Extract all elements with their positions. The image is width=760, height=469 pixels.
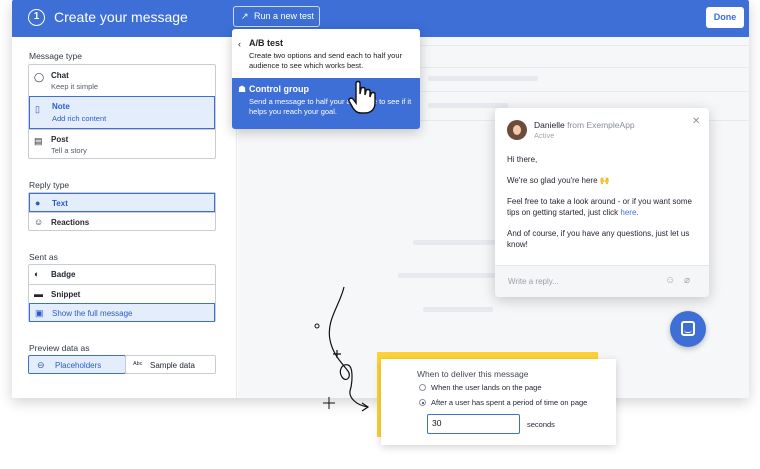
sender-from: from ExempleApp (567, 120, 635, 130)
welcome-text: We're so glad you're here 🙌 (507, 176, 610, 185)
sent-as-badge[interactable]: ◐ Badge (29, 265, 215, 284)
control-group-title: Control group (249, 84, 309, 94)
message-type-chat[interactable]: ◯ Chat Keep it simple (29, 65, 215, 96)
here-link[interactable]: here (620, 208, 636, 217)
sent-as-options: ◐ Badge ▬ Snippet ▣ Show the full messag… (28, 264, 216, 322)
badge-icon: ◐ (34, 269, 40, 279)
emoji-icon[interactable]: ☺ (665, 275, 675, 286)
done-button[interactable]: Done (706, 7, 744, 28)
option-title: Show the full message (52, 309, 133, 318)
avatar (507, 120, 527, 140)
message-type-post[interactable]: ▤ Post Tell a story (29, 129, 215, 158)
ab-test-description: Create two options and send each to half… (249, 51, 403, 70)
messenger-preview-card: Danielle from ExempleApp Active ✕ Hi the… (495, 108, 709, 297)
preview-placeholders-button[interactable]: ⊖ Placeholders (28, 355, 126, 374)
delivery-option-label: After a user has spent a period of time … (431, 398, 588, 407)
delivery-option-label: When the user lands on the page (431, 383, 542, 392)
greeting-text: Hi there, (507, 155, 538, 164)
sender-name: Danielle (534, 120, 565, 130)
tips-text: Feel free to take a look around - or if … (507, 196, 702, 218)
radio-button[interactable] (419, 384, 426, 391)
option-title: Badge (51, 270, 76, 279)
chat-launcher-icon (681, 321, 695, 336)
sent-as-full-message[interactable]: ▣ Show the full message (29, 303, 215, 322)
text-reply-icon: ● (35, 198, 41, 208)
sent-as-label: Sent as (29, 252, 58, 262)
delivery-settings-card: When to deliver this message When the us… (381, 359, 616, 445)
decorative-doodle (314, 286, 370, 412)
questions-text: And of course, if you have any questions… (507, 229, 690, 249)
sidebar: Message type ◯ Chat Keep it simple ▯ Not… (12, 37, 237, 398)
split-arrow-icon: ‹ (238, 39, 241, 49)
reply-input[interactable]: Write a reply... (508, 277, 559, 286)
placeholder-bar (423, 307, 493, 312)
run-test-dropdown: ‹ A/B test Create two options and send e… (232, 29, 420, 129)
placeholder-bar (398, 273, 508, 278)
option-title: Sample data (150, 361, 195, 370)
smiley-icon: ☺ (34, 217, 44, 227)
preview-data-label: Preview data as (29, 343, 90, 353)
message-type-label: Message type (29, 51, 82, 61)
sender-status: Active (534, 131, 555, 140)
option-title: Snippet (51, 290, 81, 299)
run-new-test-button[interactable]: ↗ Run a new test (233, 6, 320, 27)
close-icon[interactable]: ✕ (692, 116, 700, 127)
seconds-label: seconds (527, 420, 555, 429)
dropdown-control-group[interactable]: ☗ Control group Send a message to half y… (232, 78, 420, 129)
placeholder-bar (428, 103, 508, 108)
hand-cursor-icon (348, 80, 376, 114)
tips-text-end: . (636, 208, 639, 217)
option-title: Placeholders (55, 361, 102, 370)
messenger-launcher-button[interactable] (670, 311, 706, 347)
placeholder-bar (428, 76, 538, 81)
delivery-title: When to deliver this message (417, 369, 529, 379)
full-message-icon: ▣ (35, 308, 44, 318)
option-title: Text (52, 199, 68, 208)
radio-button-selected[interactable] (419, 399, 426, 406)
message-type-note[interactable]: ▯ Note Add rich content (29, 96, 215, 129)
attachment-icon[interactable]: ⌀ (684, 275, 690, 286)
option-subtitle: Add rich content (52, 114, 107, 123)
control-group-description: Send a message to half your audience to … (249, 97, 412, 116)
reply-bar[interactable]: Write a reply... ☺ ⌀ (495, 265, 709, 297)
tips-text-start: Feel free to take a look around - or if … (507, 197, 692, 217)
preview-sample-data-button[interactable]: Abc Sample data (125, 355, 216, 374)
run-new-test-label: Run a new test (254, 11, 315, 21)
abc-icon: Abc (133, 361, 143, 367)
chat-bubble-icon: ◯ (34, 72, 45, 82)
ab-test-title: A/B test (249, 38, 284, 48)
reply-type-text[interactable]: ● Text (29, 193, 215, 212)
sent-as-snippet[interactable]: ▬ Snippet (29, 284, 215, 303)
reply-type-label: Reply type (29, 180, 70, 190)
page: 1 Create your message ↗ Run a new test D… (0, 0, 760, 469)
option-title: Post (51, 135, 69, 144)
seconds-input[interactable]: 30 (427, 414, 520, 434)
placeholder-icon: ⊖ (37, 360, 45, 370)
option-subtitle: Keep it simple (51, 82, 99, 91)
option-title: Note (52, 102, 70, 111)
option-title: Chat (51, 71, 69, 80)
people-icon: ☗ (238, 84, 247, 94)
chart-trend-icon: ↗ (241, 11, 249, 21)
placeholder-bar (413, 240, 503, 245)
step-number: 1 (28, 9, 45, 26)
post-icon: ▤ (34, 136, 43, 146)
option-subtitle: Tell a story (51, 146, 87, 155)
reply-type-reactions[interactable]: ☺ Reactions (29, 212, 215, 231)
note-icon: ▯ (35, 104, 40, 114)
message-body: Hi there, We're so glad you're here 🙌 Fe… (507, 154, 702, 260)
snippet-icon: ▬ (34, 289, 43, 299)
option-title: Reactions (51, 218, 90, 227)
message-type-options: ◯ Chat Keep it simple ▯ Note Add rich co… (28, 64, 216, 159)
reply-type-options: ● Text ☺ Reactions (28, 192, 216, 231)
sender-line: Danielle from ExempleApp (534, 120, 635, 130)
dropdown-ab-test[interactable]: ‹ A/B test Create two options and send e… (232, 29, 420, 77)
page-title: Create your message (54, 9, 188, 25)
